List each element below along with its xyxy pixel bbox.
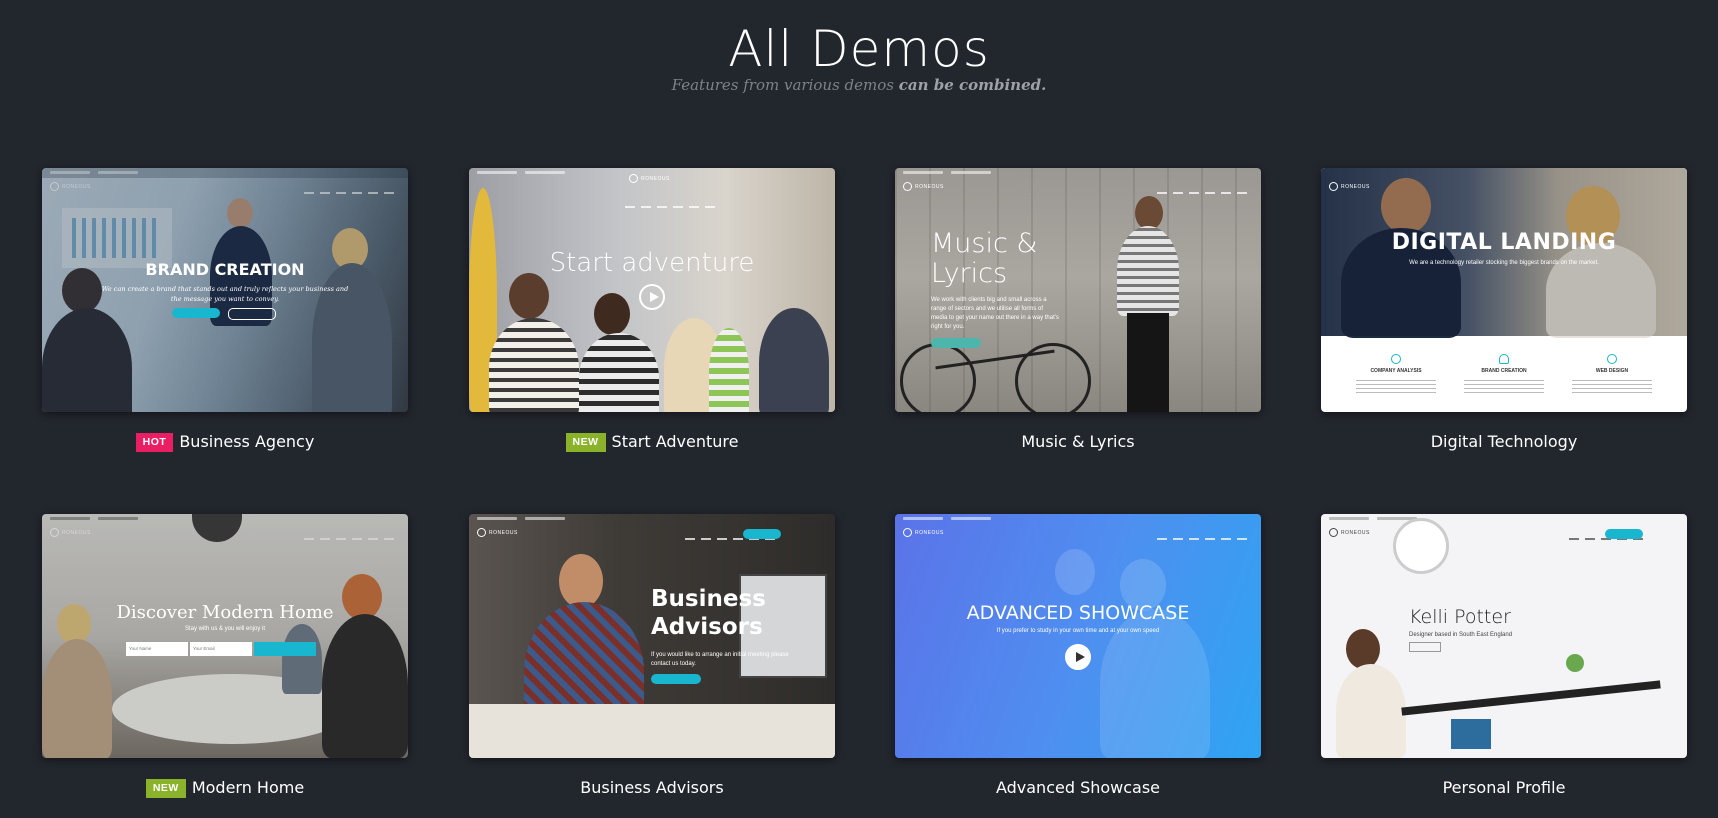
demo-card-personal-profile[interactable]: RONEOUS Kelli Potter Designer based in S… — [1321, 514, 1687, 797]
demo-thumbnail[interactable]: RONEOUS DIGITAL LANDING We are a technol… — [1321, 168, 1687, 412]
demo-name: Advanced Showcase — [995, 778, 1161, 797]
hero-title-line1: Music & — [931, 228, 1038, 259]
subtitle-bold: can be combined. — [898, 76, 1047, 94]
contact-button-mock — [651, 674, 701, 684]
demo-card-music-lyrics[interactable]: RONEOUS Music & Lyrics We work with clie… — [895, 168, 1261, 451]
feature-title: COMPANY ANALYSIS — [1370, 368, 1422, 374]
email-field-mock: Your Email — [190, 642, 252, 656]
mock-logo: RONEOUS — [903, 528, 944, 537]
demo-caption[interactable]: NEW Modern Home — [42, 777, 408, 799]
email-me-button-mock — [1409, 642, 1441, 652]
hero-title: BRAND CREATION — [145, 260, 305, 279]
demo-card-modern-home[interactable]: RONEOUS Discover Modern Home Stay with u… — [42, 514, 408, 798]
subtitle-prefix: Features from various demos — [671, 76, 894, 94]
hero-title: ADVANCED SHOWCASE — [966, 602, 1190, 624]
demo-caption[interactable]: Music & Lyrics — [895, 431, 1261, 453]
demo-thumbnail[interactable]: RONEOUS Start adventure — [469, 168, 835, 412]
play-icon — [639, 284, 665, 310]
demo-thumbnail[interactable]: RONEOUS Kelli Potter Designer based in S… — [1321, 514, 1687, 758]
mock-nav — [1151, 184, 1247, 202]
submit-button-mock — [254, 642, 316, 656]
hero-title: Kelli Potter — [1409, 606, 1511, 628]
power-icon — [1607, 354, 1617, 364]
lightbulb-icon — [1499, 354, 1509, 364]
mock-topbar — [895, 514, 1261, 524]
hero-text: If you prefer to study in your own time … — [996, 628, 1160, 634]
hero-title-line1: Business — [651, 586, 766, 612]
hero-title: Start adventure — [549, 248, 755, 278]
demo-thumbnail[interactable]: RONEOUS ADVANCED SHOWCASE If you prefer … — [895, 514, 1261, 758]
demo-name: Digital Technology — [1430, 432, 1578, 451]
demo-name: Personal Profile — [1442, 778, 1566, 797]
new-badge: NEW — [145, 779, 186, 798]
demo-caption[interactable]: Digital Technology — [1321, 431, 1687, 453]
hero-title: Discover Modern Home — [116, 602, 334, 623]
demo-name: Business Advisors — [580, 778, 724, 797]
play-icon — [1065, 644, 1091, 670]
demo-caption[interactable]: Personal Profile — [1321, 777, 1687, 799]
hot-badge: HOT — [135, 433, 174, 452]
feature-title: BRAND CREATION — [1481, 368, 1527, 374]
hero-title: DIGITAL LANDING — [1391, 230, 1617, 255]
hero-title-line2: Lyrics — [931, 258, 1008, 289]
hero-text: Stay with us & you will enjoy it — [184, 626, 266, 632]
demo-name: Business Agency — [179, 432, 315, 451]
purchase-button-mock — [743, 529, 781, 539]
mock-logo: RONEOUS — [477, 528, 518, 537]
demo-card-advanced-showcase[interactable]: RONEOUS ADVANCED SHOWCASE If you prefer … — [895, 514, 1261, 797]
chart-icon — [1391, 354, 1401, 364]
demo-caption[interactable]: Advanced Showcase — [895, 777, 1261, 799]
demo-name: Music & Lyrics — [1021, 432, 1135, 451]
hero-title-line2: Advisors — [651, 614, 763, 640]
demo-thumbnail[interactable]: RONEOUS Business Advisors If you would l… — [469, 514, 835, 758]
mock-logo: RONEOUS — [629, 174, 670, 183]
demo-card-start-adventure[interactable]: RONEOUS Start adventure NEW Start Adventu… — [469, 168, 835, 452]
hero-text: If you would like to arrange an initial … — [651, 652, 789, 667]
hero-text: We are a technology retailer stocking th… — [1409, 260, 1599, 266]
page-title: All Demos — [728, 20, 990, 78]
demo-card-business-advisors[interactable]: RONEOUS Business Advisors If you would l… — [469, 514, 835, 797]
mock-logo: RONEOUS — [903, 182, 944, 191]
mock-topbar — [1321, 514, 1687, 524]
feature-title: WEB DESIGN — [1595, 368, 1629, 374]
demo-card-digital-technology[interactable]: RONEOUS DIGITAL LANDING We are a technol… — [1321, 168, 1687, 451]
start-now-button-mock — [931, 338, 981, 348]
demo-thumbnail[interactable]: RONEOUS Music & Lyrics We work with clie… — [895, 168, 1261, 412]
hero-text: We can create a brand that stands out an… — [101, 285, 349, 303]
demo-thumbnail[interactable]: RONEOUS BRAND CREATION We can create a b… — [42, 168, 408, 412]
page-subtitle: Features from various demos can be combi… — [0, 76, 1718, 94]
demo-thumbnail[interactable]: RONEOUS Discover Modern Home Stay with u… — [42, 514, 408, 758]
hero-text: Designer based in South East England — [1409, 632, 1513, 638]
demo-caption[interactable]: NEW Start Adventure — [469, 431, 835, 453]
mock-nav — [1151, 530, 1247, 548]
demo-card-business-agency[interactable]: RONEOUS BRAND CREATION We can create a b… — [42, 168, 408, 452]
hero-text: We work with clients big and small acros… — [931, 297, 1059, 330]
mock-topbar — [895, 168, 1261, 178]
demo-name: Modern Home — [191, 778, 305, 797]
purchase-button-mock — [1605, 529, 1643, 539]
clock-icon — [1393, 518, 1449, 574]
demo-caption[interactable]: Business Advisors — [469, 777, 835, 799]
mock-topbar — [469, 514, 835, 524]
purchase-button-mock — [172, 308, 220, 318]
mock-nav — [619, 198, 715, 216]
mock-signup-form: Your Name Your Email — [126, 642, 326, 656]
name-field-mock: Your Name — [126, 642, 188, 656]
mock-logo: RONEOUS — [1329, 528, 1370, 537]
new-badge: NEW — [565, 433, 606, 452]
mock-logo: RONEOUS — [1329, 182, 1370, 191]
learn-more-button-mock — [228, 308, 276, 320]
demo-name: Start Adventure — [611, 432, 739, 451]
demo-caption[interactable]: HOT Business Agency — [42, 431, 408, 453]
